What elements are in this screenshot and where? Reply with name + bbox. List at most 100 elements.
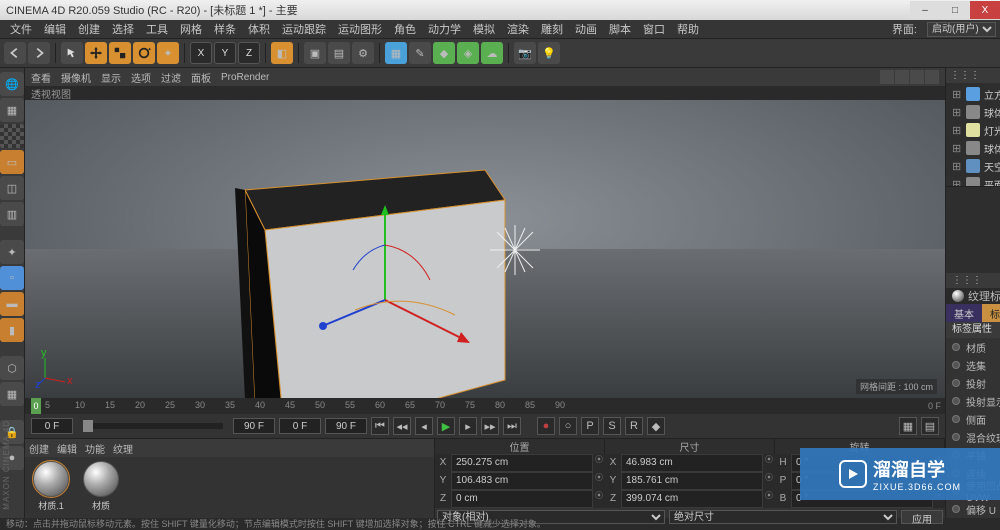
menu-item[interactable]: 帮助 bbox=[671, 21, 705, 37]
object-mode-icon[interactable]: ▦ bbox=[0, 98, 24, 122]
mat-tab[interactable]: 纹理 bbox=[113, 441, 133, 456]
viewport[interactable]: y x z 网格间距 : 100 cm bbox=[25, 100, 945, 398]
point-mode-icon[interactable]: ▫ bbox=[0, 266, 24, 290]
view-nav-icon[interactable] bbox=[925, 70, 939, 84]
render-view-button[interactable]: ▣ bbox=[304, 42, 326, 64]
ruler-playhead[interactable]: 0 bbox=[31, 398, 41, 414]
menu-item[interactable]: 创建 bbox=[72, 21, 106, 37]
scale-tool[interactable] bbox=[109, 42, 131, 64]
coord-size-input[interactable] bbox=[621, 454, 763, 472]
object-row[interactable]: ⊞ 球体 bbox=[946, 139, 1000, 157]
recent-tool[interactable]: ✦ bbox=[157, 42, 179, 64]
expand-icon[interactable]: ⊞ bbox=[952, 106, 962, 119]
key-param-icon[interactable]: ◆ bbox=[647, 417, 665, 435]
mat-tab[interactable]: 编辑 bbox=[57, 441, 77, 456]
material-item[interactable]: 材质 bbox=[79, 461, 123, 514]
time-range-start[interactable] bbox=[279, 418, 321, 434]
view-menu[interactable]: 摄像机 bbox=[61, 70, 91, 85]
timeline-layout-icon[interactable]: ▤ bbox=[921, 417, 939, 435]
view-menu[interactable]: 过滤 bbox=[161, 70, 181, 85]
redo-button[interactable] bbox=[28, 42, 50, 64]
menu-item[interactable]: 动力学 bbox=[422, 21, 467, 37]
time-range-end[interactable] bbox=[325, 418, 367, 434]
model-mode-icon[interactable]: 🌐 bbox=[0, 72, 24, 96]
environment-button[interactable]: ☁ bbox=[481, 42, 503, 64]
menu-item[interactable]: 编辑 bbox=[38, 21, 72, 37]
x-axis-lock[interactable]: X bbox=[190, 42, 212, 64]
object-name[interactable]: 球体.1 bbox=[984, 105, 1000, 120]
coord-pos-input[interactable] bbox=[451, 472, 593, 490]
object-name[interactable]: 立方体 bbox=[984, 87, 1000, 102]
autokey-button[interactable]: ○ bbox=[559, 417, 577, 435]
material-item[interactable]: 材质.1 bbox=[29, 461, 73, 514]
object-manager[interactable]: ⊞ 立方体 ⊞ 球体.1 ⊞ 灯光 ⊞ 球体 ⊞ 天空 ⊞ 平面 bbox=[946, 83, 1000, 186]
expand-icon[interactable]: ⊞ bbox=[952, 160, 962, 173]
expand-icon[interactable]: ⊞ bbox=[952, 124, 962, 137]
object-name[interactable]: 球体 bbox=[984, 141, 1000, 156]
y-axis-lock[interactable]: Y bbox=[214, 42, 236, 64]
object-row[interactable]: ⊞ 平面 bbox=[946, 175, 1000, 186]
spinner-icon[interactable]: ⦿ bbox=[763, 472, 775, 490]
spline-pen-button[interactable]: ✎ bbox=[409, 42, 431, 64]
spinner-icon[interactable]: ⦿ bbox=[593, 472, 605, 490]
object-row[interactable]: ⊞ 灯光 bbox=[946, 121, 1000, 139]
object-row[interactable]: ⊞ 球体.1 bbox=[946, 103, 1000, 121]
edge-mode-icon[interactable]: ◫ bbox=[0, 176, 24, 200]
poly-mode-icon[interactable]: ▥ bbox=[0, 202, 24, 226]
object-row[interactable]: ⊞ 立方体 bbox=[946, 85, 1000, 103]
attr-tab[interactable]: 基本 bbox=[946, 304, 982, 322]
next-key-button[interactable]: ▸▸ bbox=[481, 417, 499, 435]
coord-size-input[interactable] bbox=[621, 490, 763, 508]
timeline-ruler[interactable]: 0 0 F 5101520253035404550556065707580859… bbox=[25, 398, 945, 414]
window-close-button[interactable]: X bbox=[970, 1, 1000, 19]
view-menu[interactable]: ProRender bbox=[221, 72, 269, 83]
menu-item[interactable]: 模拟 bbox=[467, 21, 501, 37]
expand-icon[interactable]: ⊞ bbox=[952, 88, 962, 101]
time-slider[interactable] bbox=[83, 423, 223, 429]
mat-tab[interactable]: 功能 bbox=[85, 441, 105, 456]
axis-mode-icon[interactable]: ✦ bbox=[0, 240, 24, 264]
view-menu[interactable]: 选项 bbox=[131, 70, 151, 85]
view-nav-icon[interactable] bbox=[910, 70, 924, 84]
texture-mode-icon[interactable] bbox=[0, 124, 24, 148]
camera-button[interactable]: 📷 bbox=[514, 42, 536, 64]
time-start-field[interactable] bbox=[31, 418, 73, 434]
coord-size-mode-select[interactable]: 绝对尺寸 bbox=[669, 510, 897, 524]
coord-pos-input[interactable] bbox=[451, 490, 593, 508]
menu-item[interactable]: 文件 bbox=[4, 21, 38, 37]
key-pos-icon[interactable]: P bbox=[581, 417, 599, 435]
object-name[interactable]: 灯光 bbox=[984, 123, 1000, 138]
menu-item[interactable]: 脚本 bbox=[603, 21, 637, 37]
view-nav-icon[interactable] bbox=[895, 70, 909, 84]
menu-item[interactable]: 运动图形 bbox=[332, 21, 388, 37]
menu-item[interactable]: 样条 bbox=[208, 21, 242, 37]
spinner-icon[interactable]: ⦿ bbox=[593, 454, 605, 472]
menu-item[interactable]: 动画 bbox=[569, 21, 603, 37]
next-frame-button[interactable]: ▸ bbox=[459, 417, 477, 435]
time-end-field[interactable] bbox=[233, 418, 275, 434]
enable-snap-icon[interactable]: ⬡ bbox=[0, 356, 24, 380]
coord-sys-button[interactable]: ◧ bbox=[271, 42, 293, 64]
spinner-icon[interactable]: ⦿ bbox=[593, 490, 605, 508]
view-nav-icon[interactable] bbox=[880, 70, 894, 84]
menu-item[interactable]: 网格 bbox=[174, 21, 208, 37]
menu-item[interactable]: 选择 bbox=[106, 21, 140, 37]
timeline-layout-icon[interactable]: ▦ bbox=[899, 417, 917, 435]
expand-icon[interactable]: ⊞ bbox=[952, 142, 962, 155]
expand-icon[interactable]: ⊞ bbox=[952, 178, 962, 186]
view-menu[interactable]: 面板 bbox=[191, 70, 211, 85]
menu-item[interactable]: 体积 bbox=[242, 21, 276, 37]
goto-start-button[interactable]: ⏮ bbox=[371, 417, 389, 435]
menu-item[interactable]: 工具 bbox=[140, 21, 174, 37]
menu-item[interactable]: 渲染 bbox=[501, 21, 535, 37]
apply-button[interactable]: 应用 bbox=[901, 510, 943, 524]
deformer-button[interactable]: ◈ bbox=[457, 42, 479, 64]
workplane-snap-icon[interactable]: ▦ bbox=[0, 382, 24, 406]
mat-tab[interactable]: 创建 bbox=[29, 441, 49, 456]
view-menu[interactable]: 显示 bbox=[101, 70, 121, 85]
play-button[interactable]: ▶ bbox=[437, 417, 455, 435]
goto-end-button[interactable]: ⏭ bbox=[503, 417, 521, 435]
menu-item[interactable]: 角色 bbox=[388, 21, 422, 37]
object-name[interactable]: 天空 bbox=[984, 159, 1000, 174]
object-name[interactable]: 平面 bbox=[984, 177, 1000, 186]
